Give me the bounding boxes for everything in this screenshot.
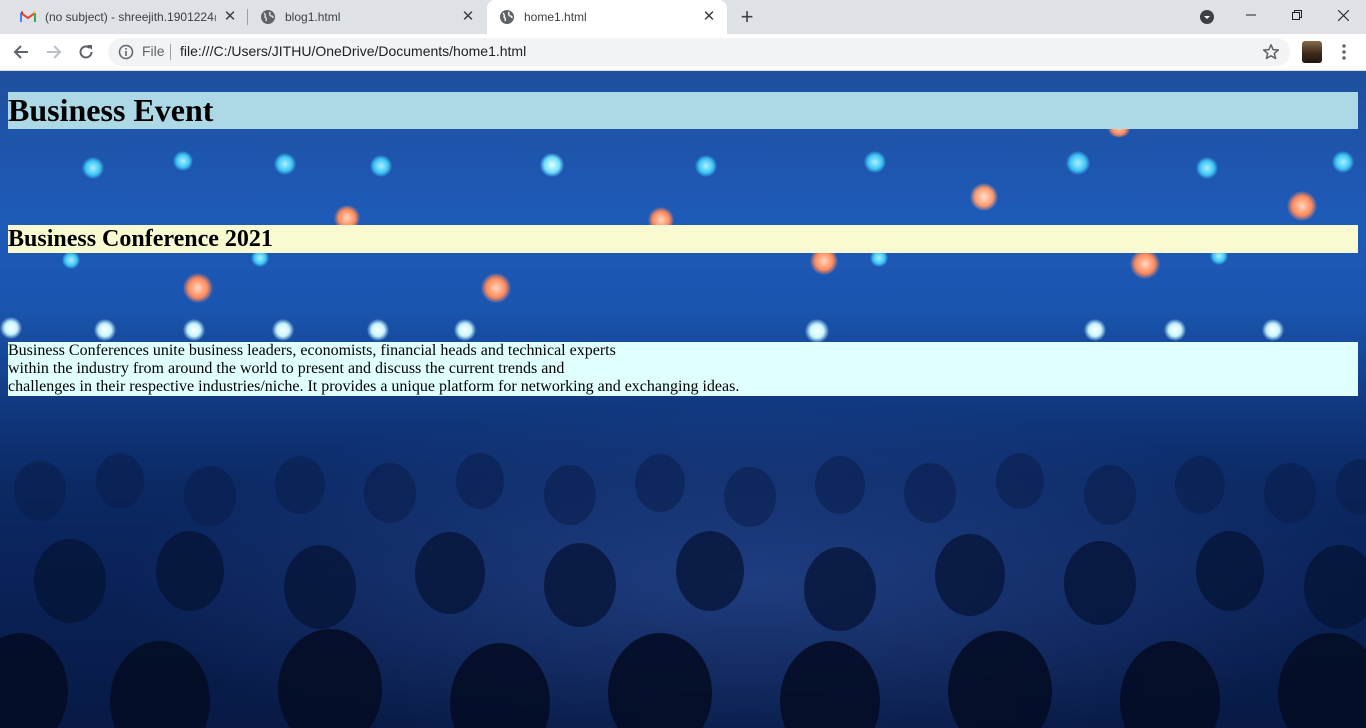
paragraph-line: Business Conferences unite business lead… [8, 342, 616, 359]
omnibox-divider [170, 44, 171, 60]
forward-arrow-icon [47, 45, 62, 59]
minimize-button[interactable] [1228, 0, 1274, 30]
paragraph-line: within the industry from around the worl… [8, 360, 565, 377]
globe-icon [260, 9, 276, 25]
paragraph-line: challenges in their respective industrie… [8, 378, 740, 395]
page-heading: Business Event [8, 92, 1358, 129]
tab-gmail[interactable]: (no subject) - shreejith.1901224@ ✕ [8, 0, 248, 34]
scheme-label: File [142, 43, 165, 59]
more-menu-icon[interactable] [1335, 43, 1353, 61]
tab-title: (no subject) - shreejith.1901224@ [45, 10, 216, 24]
info-icon[interactable] [118, 44, 134, 60]
address-bar[interactable]: File file:///C:/Users/JITHU/OneDrive/Doc… [108, 38, 1290, 66]
reload-icon [79, 45, 93, 59]
back-arrow-icon [13, 45, 28, 59]
reload-button[interactable] [73, 39, 99, 65]
browser-window: (no subject) - shreejith.1901224@ ✕ blog… [0, 0, 1366, 728]
profile-avatar[interactable] [1302, 41, 1322, 63]
back-button[interactable] [8, 39, 34, 65]
tab-strip: (no subject) - shreejith.1901224@ ✕ blog… [0, 0, 1366, 34]
new-tab-button[interactable]: + [735, 5, 759, 29]
gmail-icon [20, 9, 36, 25]
page-subheading: Business Conference 2021 [8, 225, 1358, 253]
globe-icon [499, 9, 515, 25]
browser-toolbar: File file:///C:/Users/JITHU/OneDrive/Doc… [0, 34, 1366, 71]
page-viewport: Business Event Business Conference 2021 … [0, 71, 1366, 728]
page-content: Business Event Business Conference 2021 … [8, 92, 1358, 396]
bookmark-star-icon[interactable] [1262, 43, 1280, 61]
close-window-button[interactable] [1320, 0, 1366, 30]
url-text[interactable]: file:///C:/Users/JITHU/OneDrive/Document… [180, 43, 526, 59]
tab-blog1[interactable]: blog1.html ✕ [248, 0, 486, 34]
forward-button[interactable] [41, 39, 67, 65]
crowd-silhouettes [0, 453, 1366, 728]
tab-home1-active[interactable]: home1.html ✕ [487, 0, 727, 34]
restore-button[interactable] [1274, 0, 1320, 30]
close-icon[interactable]: ✕ [460, 9, 476, 25]
tab-title: home1.html [524, 10, 587, 24]
close-icon[interactable]: ✕ [701, 9, 717, 25]
intro-paragraph: Business Conferences unite business lead… [8, 342, 1358, 396]
tab-title: blog1.html [285, 10, 341, 24]
tab-search-icon[interactable] [1199, 9, 1215, 25]
close-icon[interactable]: ✕ [222, 9, 238, 25]
